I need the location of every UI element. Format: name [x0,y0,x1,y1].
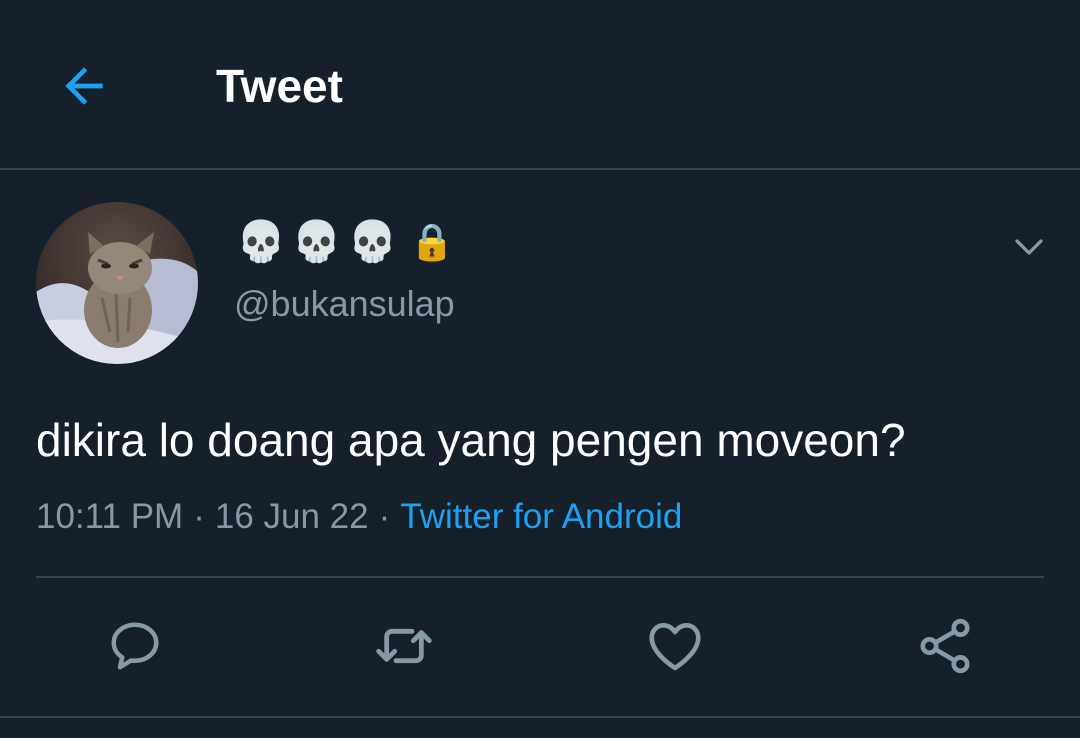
top-app-bar: Tweet [0,0,1080,170]
retweet-icon [376,628,432,664]
page-title: Tweet [216,60,343,112]
user-handle[interactable]: @bukansulap [234,282,455,326]
arrow-left-icon [65,67,103,105]
tweet-date: 16 Jun 22 [214,497,369,536]
tweet-options-button[interactable] [1006,224,1052,270]
tweet-time: 10:11 PM [36,497,184,536]
divider [36,576,1044,578]
display-name: 💀 💀 💀 🔒 [236,218,454,266]
reply-icon [111,622,159,670]
skull-emoji: 💀 [291,220,342,264]
tweet-meta: 10:11 PM · 16 Jun 22 · Twitter for Android [36,494,682,540]
divider [0,716,1080,718]
reply-button[interactable] [103,614,167,678]
share-icon [920,618,970,674]
like-button[interactable] [643,614,707,678]
tweet-source-link[interactable]: Twitter for Android [400,497,682,536]
heart-icon [649,623,701,671]
tweet-text: dikira lo doang apa yang pengen moveon? [36,414,906,466]
skull-emoji: 💀 [236,220,286,264]
retweet-button[interactable] [372,614,436,678]
meta-separator: · [193,497,205,536]
avatar-kitten-image [36,202,198,364]
lock-icon: 🔒 [409,221,455,262]
skull-emoji: 💀 [347,220,398,264]
tweet-actions-bar [0,610,1080,682]
chevron-down-icon [1015,239,1043,255]
back-button[interactable] [52,54,116,118]
share-button[interactable] [913,614,977,678]
avatar[interactable] [36,202,198,364]
meta-separator: · [378,497,391,536]
